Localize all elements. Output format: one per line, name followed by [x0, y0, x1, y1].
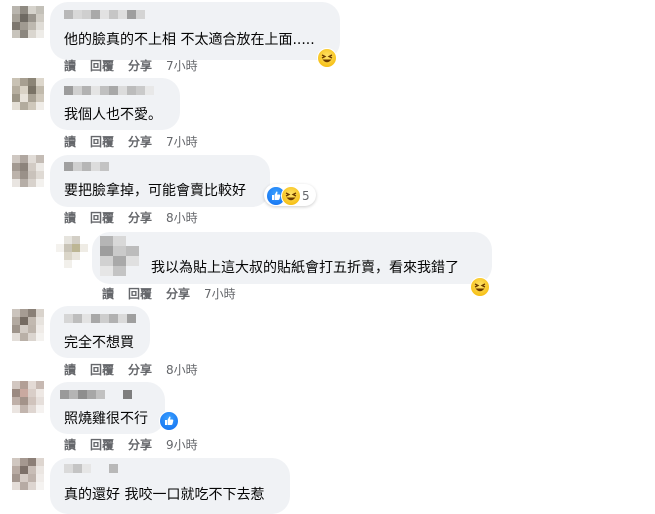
haha-reaction-icon[interactable] [470, 277, 490, 297]
comment-text: 我個人也不愛。 [64, 107, 162, 123]
reaction-count: 5 [302, 189, 310, 203]
read-button[interactable]: 讀 [64, 58, 76, 74]
share-button[interactable]: 分享 [166, 286, 190, 302]
share-button[interactable]: 分享 [128, 362, 152, 378]
read-button[interactable]: 讀 [64, 210, 76, 226]
timestamp[interactable]: 8小時 [166, 362, 198, 378]
share-button[interactable]: 分享 [128, 58, 152, 74]
haha-reaction-icon[interactable] [281, 186, 301, 206]
author-name-blurred[interactable] [64, 314, 136, 332]
comment-text: 照燒雞很不行 [64, 411, 148, 427]
like-reaction-icon[interactable] [159, 411, 179, 431]
comment-text: 真的還好 我咬一口就吃不下去惹 [64, 487, 265, 503]
avatar[interactable] [56, 236, 88, 268]
reply-button[interactable]: 回覆 [90, 58, 114, 74]
avatar[interactable] [12, 309, 44, 341]
comment-text: 我以為貼上這大叔的貼紙會打五折賣，看來我錯了 [151, 260, 459, 276]
author-name-blurred[interactable] [64, 86, 154, 104]
comment-actions: 讀 回覆 分享 8小時 [64, 210, 198, 226]
share-button[interactable]: 分享 [128, 210, 152, 226]
comment-text: 要把臉拿掉，可能會賣比較好 [64, 183, 246, 199]
comment-actions: 讀 回覆 分享 8小時 [64, 362, 198, 378]
avatar[interactable] [12, 458, 44, 490]
read-button[interactable]: 讀 [64, 437, 76, 453]
comment-text: 他的臉真的不上相 不太適合放在上面..... [64, 32, 315, 48]
timestamp[interactable]: 7小時 [166, 134, 198, 150]
reply-button[interactable]: 回覆 [90, 134, 114, 150]
share-button[interactable]: 分享 [128, 134, 152, 150]
read-button[interactable]: 讀 [64, 362, 76, 378]
timestamp[interactable]: 8小時 [166, 210, 198, 226]
author-name-blurred[interactable] [100, 236, 152, 276]
comment-text: 完全不想買 [64, 335, 134, 351]
comment-actions: 讀 回覆 分享 7小時 [64, 58, 198, 74]
avatar[interactable] [12, 155, 44, 187]
timestamp[interactable]: 7小時 [166, 58, 198, 74]
reply-button[interactable]: 回覆 [90, 437, 114, 453]
author-name-blurred[interactable] [64, 464, 118, 482]
haha-reaction-icon[interactable] [317, 48, 337, 68]
comment-actions: 讀 回覆 分享 7小時 [102, 286, 236, 302]
comment-actions: 讀 回覆 分享 7小時 [64, 134, 198, 150]
author-name-blurred[interactable] [60, 390, 132, 408]
share-button[interactable]: 分享 [128, 437, 152, 453]
comment-actions: 讀 回覆 分享 9小時 [64, 437, 198, 453]
timestamp[interactable]: 9小時 [166, 437, 198, 453]
author-name-blurred[interactable] [64, 10, 145, 28]
timestamp[interactable]: 7小時 [204, 286, 236, 302]
avatar[interactable] [12, 78, 44, 110]
read-button[interactable]: 讀 [64, 134, 76, 150]
author-name-blurred[interactable] [64, 162, 109, 180]
read-button[interactable]: 讀 [102, 286, 114, 302]
reply-button[interactable]: 回覆 [128, 286, 152, 302]
avatar[interactable] [12, 381, 44, 413]
reply-button[interactable]: 回覆 [90, 362, 114, 378]
reply-button[interactable]: 回覆 [90, 210, 114, 226]
avatar[interactable] [12, 6, 44, 38]
